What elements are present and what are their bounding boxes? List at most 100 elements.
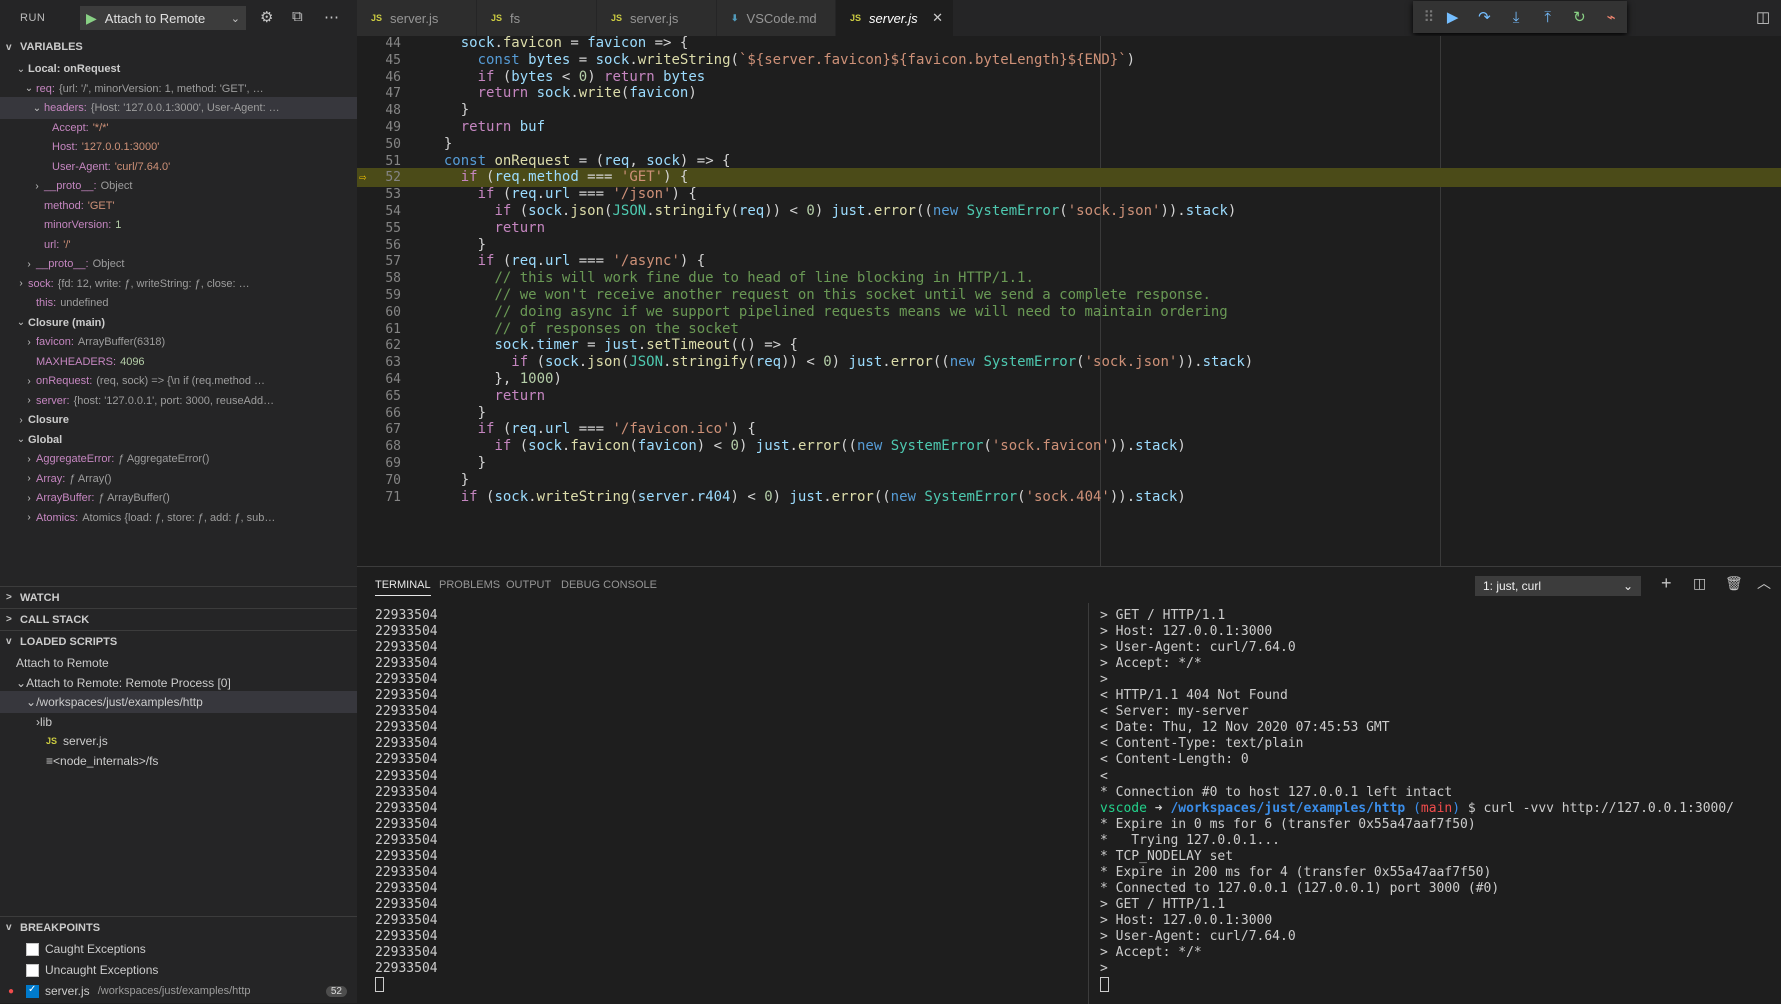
chevron-down-icon: ⌄ xyxy=(16,675,27,690)
chevron-right-icon[interactable]: › xyxy=(14,415,28,426)
new-terminal-icon[interactable]: + xyxy=(1661,573,1672,594)
terminal-select-value: 1: just, curl xyxy=(1483,579,1542,593)
step-out-icon[interactable]: ⤒ xyxy=(1532,9,1564,26)
breakpoint-item[interactable]: Uncaught Exceptions xyxy=(0,959,357,981)
terminal-line: > Host: 127.0.0.1:3000 xyxy=(1100,624,1273,640)
terminal-line: 22933504 xyxy=(375,656,438,672)
loaded-script-label: /workspaces/just/examples/http xyxy=(36,695,203,709)
terminal-line: 22933504 xyxy=(375,880,438,896)
debug-console-icon[interactable]: ⧉ xyxy=(292,8,303,25)
loaded-scripts-title: LOADED SCRIPTS xyxy=(20,635,118,648)
panel-tab-debug-console[interactable]: DEBUG CONSOLE xyxy=(561,579,657,591)
bottom-panel: TERMINAL PROBLEMS OUTPUT DEBUG CONSOLE 1: j… xyxy=(357,566,1781,1004)
terminal-line: 22933504 xyxy=(375,608,438,623)
variable-name: Closure xyxy=(28,414,69,426)
editor-tab[interactable]: ⬇ VSCode.md xyxy=(717,0,836,36)
terminal-line: * TCP_NODELAY set xyxy=(1100,848,1234,864)
debug-config-select[interactable]: ▶ Attach to Remote ⌄ xyxy=(80,6,246,30)
terminal-select[interactable]: 1: just, curl ⌄ xyxy=(1475,576,1641,596)
cursor-block xyxy=(375,977,384,993)
editor-tab[interactable]: JS fs xyxy=(477,0,597,36)
step-into-icon[interactable]: ⤓ xyxy=(1500,9,1532,26)
cursor-block xyxy=(1100,977,1109,993)
chevron-right-icon[interactable]: › xyxy=(22,259,36,270)
maximize-panel-icon[interactable]: ︿ xyxy=(1757,573,1771,593)
gear-icon[interactable]: ⚙ xyxy=(260,8,273,26)
panel-tab-terminal[interactable]: TERMINAL xyxy=(375,579,431,596)
terminal-line: > xyxy=(1100,672,1108,688)
close-icon[interactable]: ✕ xyxy=(932,10,943,26)
breakpoints-header[interactable]: v BREAKPOINTS xyxy=(0,916,357,938)
chevron-right-icon[interactable]: › xyxy=(22,376,36,387)
terminal-line: 22933504 xyxy=(375,912,438,928)
split-terminal-icon[interactable]: ◫ xyxy=(1693,575,1706,592)
terminal-split-divider[interactable] xyxy=(1088,603,1089,1004)
code-text: if (sock.writeString(server.r404) < 0) j… xyxy=(460,488,1186,505)
chevron-right-icon[interactable]: › xyxy=(22,512,36,523)
line-number[interactable]: 71 xyxy=(357,488,401,507)
terminal-line: 22933504 xyxy=(375,672,438,688)
run-bar: RUN ▶ Attach to Remote ⌄ ⚙ ⧉ ⋯ xyxy=(0,0,357,36)
continue-icon[interactable]: ▶ xyxy=(1437,8,1469,26)
variable-row[interactable]: › Atomics: Atomics {load: ƒ, store: ƒ, add… xyxy=(0,507,357,529)
breakpoint-checkbox[interactable] xyxy=(26,963,39,977)
js-file-icon: JS xyxy=(491,13,503,23)
js-file-icon: JS xyxy=(611,13,623,23)
debug-config-name: Attach to Remote xyxy=(104,10,206,26)
terminal-line: * Expire in 200 ms for 4 (transfer 0x55a… xyxy=(1100,864,1492,880)
terminal-line: > Host: 127.0.0.1:3000 xyxy=(1100,912,1273,928)
loaded-scripts-header[interactable]: v LOADED SCRIPTS xyxy=(0,630,357,652)
chevron-right-icon[interactable]: › xyxy=(22,454,36,465)
terminal-cursor xyxy=(1100,977,1109,993)
callstack-header[interactable]: > CALL STACK xyxy=(0,608,357,630)
step-over-icon[interactable]: ↷ xyxy=(1469,8,1501,26)
restart-icon[interactable]: ↻ xyxy=(1564,8,1596,26)
chevron-right-icon[interactable]: › xyxy=(22,395,36,406)
chevron-right-icon[interactable]: › xyxy=(22,493,36,504)
chevron-right-icon[interactable]: › xyxy=(22,473,36,484)
variable-value: 1 xyxy=(115,219,122,231)
chevron-right-icon[interactable]: › xyxy=(30,181,44,192)
terminal-line: 22933504 xyxy=(375,816,438,832)
editor-tab[interactable]: JS server.js ✕ xyxy=(836,0,954,36)
breakpoint-checkbox[interactable] xyxy=(26,984,39,998)
prompt-user: vscode xyxy=(1100,800,1155,816)
chevron-right-icon[interactable]: › xyxy=(14,278,28,289)
variable-name: Atomics: xyxy=(36,511,79,524)
split-editor-icon[interactable]: ◫ xyxy=(1756,8,1770,26)
file-lines-icon: ≡ xyxy=(46,753,54,768)
panel-tab-output[interactable]: OUTPUT xyxy=(506,579,551,591)
watch-header[interactable]: > WATCH xyxy=(0,586,357,608)
chevron-down-icon[interactable]: ⌄ xyxy=(30,103,44,114)
chevron-right-icon[interactable]: › xyxy=(22,337,36,348)
chevron-down-icon[interactable]: ⌄ xyxy=(14,317,28,328)
chevron-down-icon[interactable]: ⌄ xyxy=(22,83,36,94)
terminal-line: > GET / HTTP/1.1 xyxy=(1100,896,1226,912)
start-debug-icon[interactable]: ▶ xyxy=(86,10,97,27)
terminal-line: 22933504 xyxy=(375,929,438,944)
drag-handle-icon[interactable]: ⠿ xyxy=(1421,8,1437,26)
chevron-down-icon[interactable]: ⌄ xyxy=(14,64,28,75)
variable-name: __proto__: xyxy=(44,180,97,192)
variable-value: '/' xyxy=(63,238,71,251)
chevron-down-icon[interactable]: ⌄ xyxy=(14,434,28,445)
editor-tab[interactable]: JS server.js xyxy=(597,0,717,36)
editor-tab[interactable]: JS server.js xyxy=(357,0,477,36)
breakpoint-item[interactable]: ● server.js/workspaces/just/examples/http… xyxy=(0,980,357,1002)
terminal-line: < xyxy=(1100,768,1108,784)
loaded-script-label: server.js xyxy=(63,734,108,748)
disconnect-icon[interactable]: ⌁ xyxy=(1595,8,1627,26)
trash-icon[interactable]: 🗑 xyxy=(1725,575,1743,592)
code-editor[interactable]: 44 sock.favicon = favicon => {45 const b… xyxy=(357,36,1781,566)
variable-value: {host: '127.0.0.1', port: 3000, reuseAdd… xyxy=(73,394,275,407)
panel-tab-problems[interactable]: PROBLEMS xyxy=(439,579,500,591)
variables-header[interactable]: v VARIABLES xyxy=(0,36,357,58)
breakpoint-item[interactable]: Caught Exceptions xyxy=(0,938,357,960)
breakpoint-checkbox[interactable] xyxy=(26,942,39,956)
variable-name: __proto__: xyxy=(36,258,89,270)
variable-name: req: xyxy=(36,82,55,95)
breakpoint-label: Uncaught Exceptions xyxy=(45,963,159,977)
more-actions-icon[interactable]: ⋯ xyxy=(324,8,339,26)
terminal-line: < Server: my-server xyxy=(1100,704,1249,720)
loaded-script-item[interactable]: ≡ <node_internals>/fs xyxy=(0,750,357,772)
